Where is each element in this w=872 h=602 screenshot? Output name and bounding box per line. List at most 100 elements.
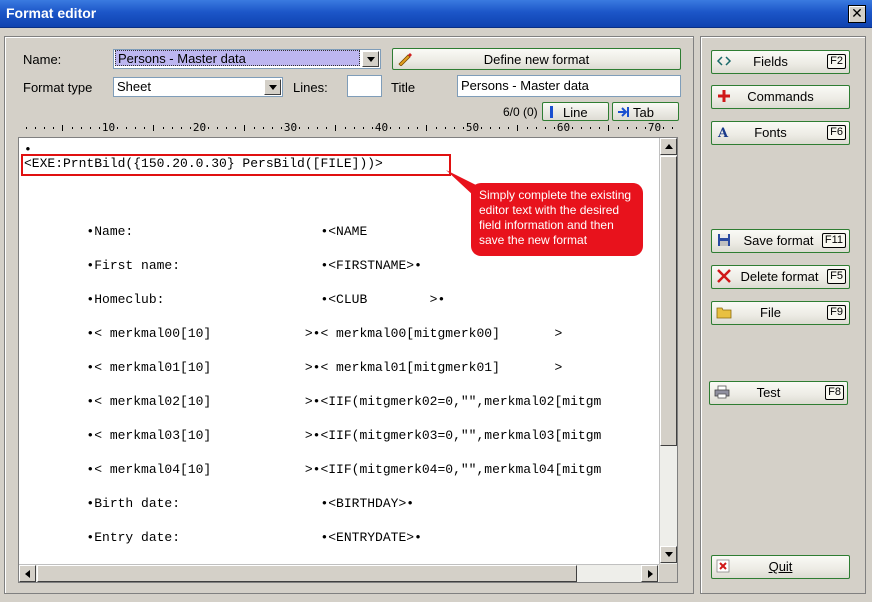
test-button[interactable]: Test F8 [709,381,848,405]
ruler-tick [672,127,674,129]
ruler-tick [490,127,492,129]
ruler-tick [317,127,319,129]
ruler-tick [144,127,146,129]
ruler-tick [462,127,464,129]
ruler-tick [371,127,373,129]
format-type-select[interactable]: Sheet [113,77,283,97]
format-editor-text[interactable]: • <EXE:PrntBild({150.20.0.30} PersBild([F… [18,137,678,583]
ruler-tick [590,127,592,129]
ruler-tick [517,125,519,131]
ruler-tick [508,127,510,129]
ruler-tick [617,127,619,129]
ruler-tick [344,127,346,129]
ruler-tick [408,127,410,129]
line-button[interactable]: Line [542,102,609,121]
ruler-tick [299,127,300,129]
ruler-tick [444,127,446,129]
scroll-right-button[interactable] [641,565,658,582]
chevron-down-icon[interactable] [264,79,281,95]
ruler-tick [453,127,455,129]
ruler-tick [599,127,601,129]
ruler: 10 20 30 40 50 60 70 [18,121,678,135]
ruler-tick [390,127,391,129]
ruler-tick [526,127,528,129]
ruler-tick [353,127,355,129]
ruler-tick [26,127,27,129]
ruler-tick [153,125,155,131]
lines-input[interactable] [347,75,382,97]
ruler-tick [326,127,328,129]
fonts-button[interactable]: A Fonts F6 [711,121,850,145]
format-type-label: Format type [23,80,93,95]
ruler-tick [635,127,637,129]
ruler-tick [435,127,437,129]
ruler-tick [426,125,428,131]
ruler-tick [208,127,209,129]
line-icon [550,106,553,118]
quit-button[interactable]: Quit [711,555,850,579]
title-input[interactable]: Persons - Master data [457,75,681,97]
tab-button[interactable]: Tab [612,102,679,121]
ruler-tick [244,125,246,131]
ruler-tick [644,127,646,129]
ruler-tick [581,127,583,129]
commands-button[interactable]: Commands [711,85,850,109]
ruler-label: 40 [374,121,389,134]
file-button[interactable]: File F9 [711,301,850,325]
ruler-tick [162,127,164,129]
ruler-label: 60 [556,121,571,134]
callout-tooltip: Simply complete the existing editor text… [471,183,643,256]
ruler-tick [235,127,237,129]
ruler-tick [262,127,264,129]
ruler-label: 30 [283,121,298,134]
vertical-scrollbar[interactable] [659,138,677,564]
ruler-tick [544,127,546,129]
ruler-tick [417,127,419,129]
name-select[interactable]: Persons - Master data [113,49,381,69]
ruler-tick [89,127,91,129]
save-format-button[interactable]: Save format F11 [711,229,850,253]
ruler-tick [271,127,273,129]
scroll-left-button[interactable] [19,565,36,582]
ruler-tick [171,127,173,129]
editor-line: •Entry date: •<ENTRYDATE>• [24,530,422,545]
chevron-down-icon[interactable] [362,51,379,67]
ruler-tick [71,127,73,129]
scroll-corner [659,564,677,582]
tab-icon [618,107,629,117]
ruler-tick [117,127,118,129]
ruler-tick [98,127,100,129]
ruler-tick [553,127,555,129]
delete-format-button[interactable]: Delete format F5 [711,265,850,289]
horizontal-scroll-thumb[interactable] [37,565,577,582]
highlight-box [21,154,451,176]
ruler-label: 20 [192,121,207,134]
title-input-value: Persons - Master data [461,78,589,93]
horizontal-scrollbar[interactable] [19,564,659,582]
editor-line: •Birth date: •<BIRTHDAY>• [24,496,415,511]
close-button[interactable]: ✕ [848,5,866,23]
ruler-tick [226,127,228,129]
title-bar: Format editor ✕ [0,0,872,28]
editor-line: •< merkmal02[10] >•<IIF(mitgmerk02=0,"",… [24,394,602,409]
editor-line: •Homeclub: •<CLUB >• [24,292,446,307]
scroll-up-button[interactable] [660,138,677,155]
lines-label: Lines: [293,80,328,95]
format-type-value: Sheet [117,79,151,94]
define-new-format-button[interactable]: Define new format [392,48,681,70]
ruler-tick [608,125,610,131]
scroll-down-button[interactable] [660,546,677,563]
ruler-tick [280,127,282,129]
ruler-tick [399,127,401,129]
ruler-tick [217,127,219,129]
ruler-tick [62,125,64,131]
name-label: Name: [23,52,62,67]
ruler-tick [308,127,310,129]
fields-button[interactable]: Fields F2 [711,50,850,74]
vertical-scroll-thumb[interactable] [660,156,677,446]
editor-line: •< merkmal01[10] >•< merkmal01[mitgmerk0… [24,360,563,375]
position-counter: 6/0 (0) [503,105,538,119]
ruler-tick [53,127,55,129]
editor-line: •First name: •<FIRSTNAME>• [24,258,422,273]
ruler-tick [126,127,128,129]
